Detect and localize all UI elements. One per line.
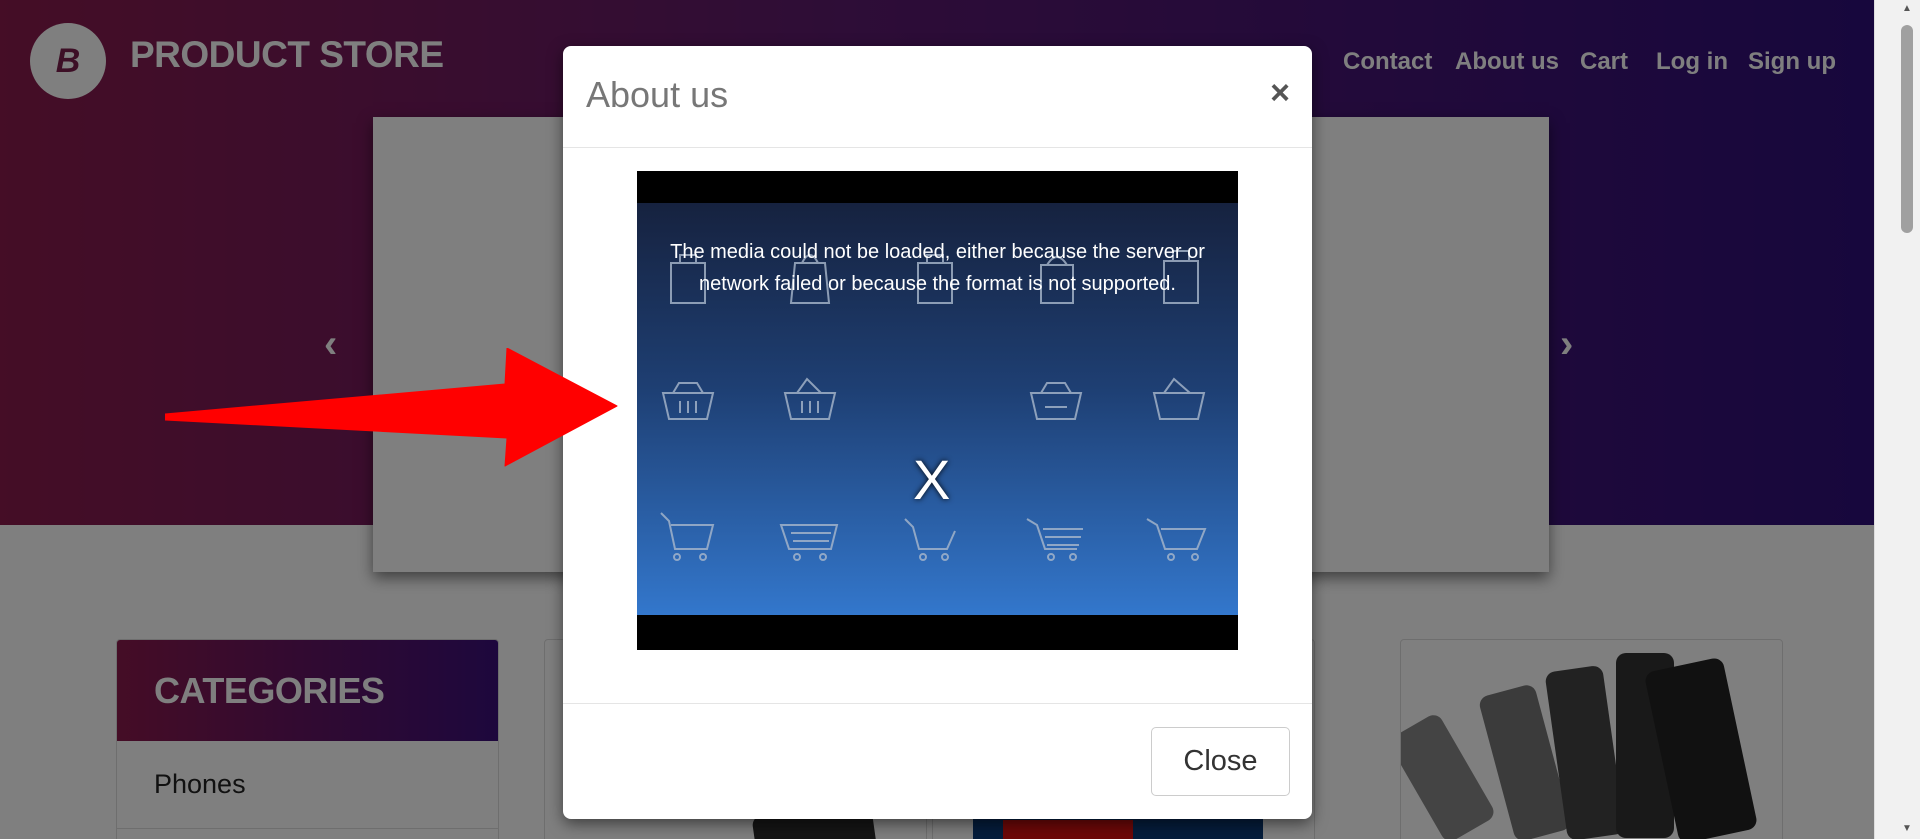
modal-footer: Close [563, 703, 1312, 819]
video-player[interactable]: The media could not be loaded, either be… [637, 171, 1238, 650]
modal-title: About us [586, 74, 729, 115]
scroll-up-icon[interactable]: ▲ [1901, 2, 1913, 16]
about-us-modal: About us × The media could not be loaded… [563, 46, 1312, 819]
close-icon[interactable]: × [1270, 76, 1290, 110]
close-button[interactable]: Close [1151, 727, 1290, 796]
video-frame: The media could not be loaded, either be… [637, 203, 1238, 615]
video-error-message: The media could not be loaded, either be… [670, 241, 1205, 295]
scroll-thumb[interactable] [1901, 25, 1913, 233]
scroll-down-icon[interactable]: ▼ [1901, 822, 1913, 836]
video-error-icon: X [913, 448, 951, 511]
modal-header: About us × [563, 46, 1312, 148]
scrollbar[interactable]: ▲ ▼ [1874, 0, 1920, 839]
red-arrow-annotation [165, 348, 618, 467]
